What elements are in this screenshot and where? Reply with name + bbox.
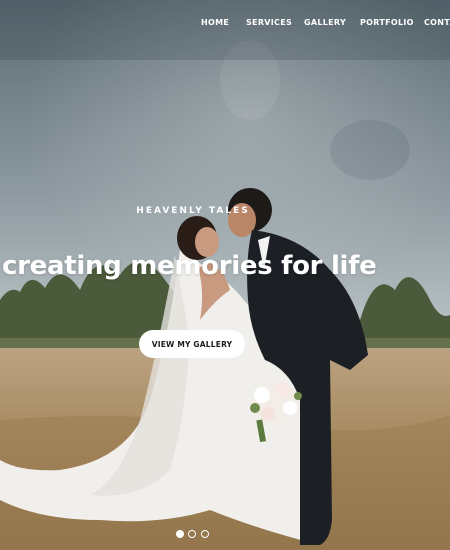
slide-dot-1[interactable] [176, 530, 184, 538]
hero-eyebrow-text: HEAVENLY TALES [136, 206, 250, 216]
nav-gallery-link[interactable]: GALLERY [304, 18, 346, 27]
main-nav: HOME SERVICES GALLERY PORTFOLIO CONTA [0, 0, 450, 46]
nav-services-link[interactable]: SERVICES [246, 18, 292, 27]
slide-dot-2[interactable] [188, 530, 196, 538]
hero-slider: HOME SERVICES GALLERY PORTFOLIO CONTA HE… [0, 0, 450, 550]
nav-contact-link[interactable]: CONTA [424, 18, 450, 27]
slider-pagination [176, 530, 216, 540]
nav-portfolio-link[interactable]: PORTFOLIO [360, 18, 414, 27]
hero-headline: creating memories for life [2, 251, 377, 281]
view-gallery-button[interactable]: VIEW MY GALLERY [139, 330, 245, 358]
slide-dot-3[interactable] [201, 530, 209, 538]
nav-home-link[interactable]: HOME [201, 18, 229, 27]
